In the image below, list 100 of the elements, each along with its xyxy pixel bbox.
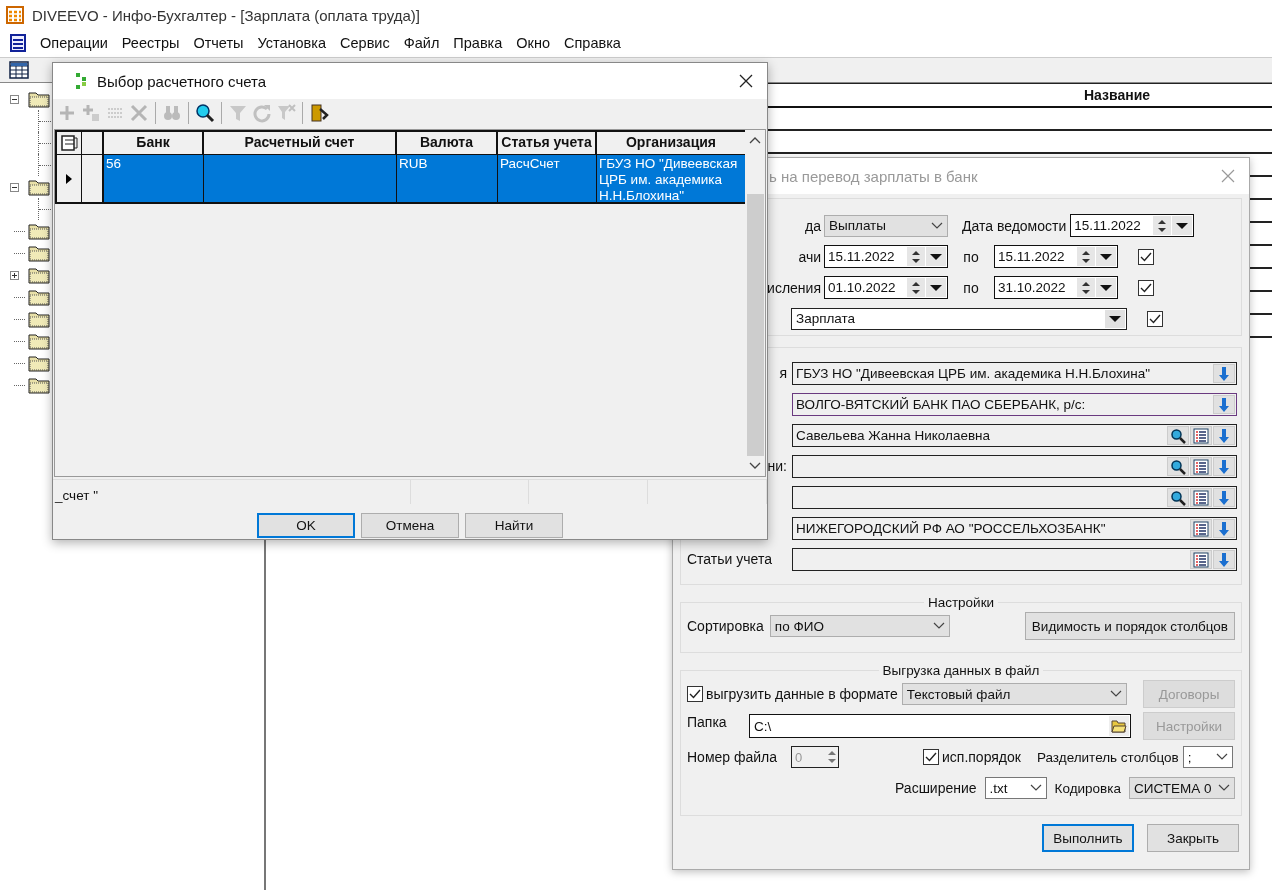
dropdown-button[interactable] xyxy=(1096,247,1116,266)
lookup-field[interactable] xyxy=(792,486,1237,509)
close-icon[interactable] xyxy=(739,74,753,88)
spin-button[interactable] xyxy=(1077,247,1095,266)
lookup-field[interactable] xyxy=(792,455,1237,478)
folder-icon[interactable] xyxy=(28,288,50,306)
menu-item[interactable]: Окно xyxy=(516,34,551,51)
lookup-field[interactable]: НИЖЕГОРОДСКИЙ РФ АО "РОССЕЛЬХОЗБАНК" xyxy=(792,517,1237,540)
menu-item[interactable]: Установка xyxy=(257,34,327,51)
exit-icon[interactable] xyxy=(309,103,329,123)
payment-type-dropdown[interactable]: Зарплата xyxy=(791,307,1127,330)
folder-icon[interactable] xyxy=(28,266,50,284)
column-header[interactable]: Название xyxy=(962,84,1272,106)
dropdown-button[interactable] xyxy=(1096,278,1116,297)
type-dropdown[interactable]: Выплаты xyxy=(824,214,948,237)
sort-dropdown[interactable]: по ФИО xyxy=(769,615,950,637)
date-field[interactable]: 15.11.2022 xyxy=(1070,214,1195,237)
open-folder-icon[interactable] xyxy=(1109,716,1129,736)
date-field[interactable]: 01.10.2022 xyxy=(824,276,948,299)
table-cell[interactable]: ГБУЗ НО "Дивеевская ЦРБ им. академика Н.Н.Блохина" xyxy=(597,155,747,202)
arrow-down-icon xyxy=(1218,396,1230,413)
date-field[interactable]: 15.11.2022 xyxy=(824,245,948,268)
expand-icon[interactable] xyxy=(10,270,19,280)
collapse-icon[interactable] xyxy=(10,94,19,104)
list-button[interactable] xyxy=(1190,457,1212,476)
search-button[interactable] xyxy=(1167,488,1189,507)
date-field[interactable]: 31.10.2022 xyxy=(994,276,1118,299)
close-button[interactable]: Закрыть xyxy=(1147,824,1239,852)
spin-button[interactable] xyxy=(907,278,925,297)
spin-button[interactable] xyxy=(1077,278,1095,297)
folder-icon[interactable] xyxy=(28,90,50,108)
lookup-field[interactable]: ВОЛГО-ВЯТСКИЙ БАНК ПАО СБЕРБАНК, р/с: xyxy=(792,393,1237,416)
dropdown-button[interactable] xyxy=(926,278,946,297)
folder-icon[interactable] xyxy=(28,178,50,196)
table-cell[interactable]: RUB xyxy=(397,155,498,202)
dropdown-button[interactable] xyxy=(1172,216,1193,235)
list-icon xyxy=(1193,551,1209,568)
chevron-down-icon xyxy=(1218,784,1230,792)
lookup-field[interactable]: ГБУЗ НО "Дивеевская ЦРБ им. академика Н.Н.Блохина" xyxy=(792,362,1237,385)
table-icon[interactable] xyxy=(9,61,29,79)
chevron-down-icon xyxy=(932,622,945,630)
menu-item[interactable]: Реестры xyxy=(121,34,180,51)
menu-item[interactable]: Сервис xyxy=(340,34,390,51)
encoding-dropdown[interactable]: СИСТЕМА 0 xyxy=(1129,777,1235,799)
checkbox[interactable] xyxy=(687,686,703,702)
format-dropdown[interactable]: Текстовый файл xyxy=(901,683,1127,705)
search-icon[interactable] xyxy=(195,103,215,123)
search-button[interactable] xyxy=(1167,457,1189,476)
arrow-down-icon xyxy=(1218,489,1230,506)
up-down-arrows-icon[interactable] xyxy=(826,749,838,765)
run-button[interactable]: Выполнить xyxy=(1042,824,1134,852)
row-pointer-icon xyxy=(66,173,72,184)
menu-item[interactable]: Отчеты xyxy=(193,34,244,51)
folder-field[interactable]: C:\ xyxy=(749,714,1131,738)
cancel-button[interactable]: Отмена xyxy=(361,513,459,538)
caret-down-icon xyxy=(1099,252,1113,261)
folder-icon[interactable] xyxy=(28,222,50,240)
lookup-field[interactable] xyxy=(792,548,1237,571)
folder-icon[interactable] xyxy=(28,310,50,328)
columns-button[interactable]: Видимость и порядок столбцов xyxy=(1024,612,1235,640)
extension-dropdown[interactable]: .txt xyxy=(984,777,1047,799)
checkbox[interactable] xyxy=(1138,248,1154,265)
ok-button[interactable]: OK xyxy=(257,513,355,538)
list-button[interactable] xyxy=(1190,519,1212,538)
collapse-icon[interactable] xyxy=(10,182,19,192)
dropdown-button[interactable] xyxy=(926,247,946,266)
folder-icon[interactable] xyxy=(28,376,50,394)
tree-icon xyxy=(75,72,87,90)
search-icon xyxy=(1170,427,1186,444)
folder-icon[interactable] xyxy=(28,354,50,372)
menu-item[interactable]: Операции xyxy=(40,34,108,51)
spin-button[interactable] xyxy=(1153,216,1172,235)
checkbox[interactable] xyxy=(923,749,939,765)
menu-item[interactable]: Справка xyxy=(564,34,621,51)
abacus-icon xyxy=(6,6,24,24)
checkbox-label: исп.порядок xyxy=(942,749,1021,765)
list-button[interactable] xyxy=(1190,550,1212,569)
date-field[interactable]: 15.11.2022 xyxy=(994,245,1118,268)
checkbox[interactable] xyxy=(1147,310,1163,327)
table-cell[interactable] xyxy=(204,155,397,202)
lookup-field[interactable]: Савельева Жанна Николаевна xyxy=(792,424,1237,447)
menu-item[interactable]: Файл xyxy=(403,34,440,51)
chevron-up-icon[interactable] xyxy=(749,136,761,144)
checkbox[interactable] xyxy=(1138,279,1154,296)
folder-icon[interactable] xyxy=(28,332,50,350)
find-button[interactable]: Найти xyxy=(465,513,563,538)
search-button[interactable] xyxy=(1167,426,1189,445)
chevron-down-icon xyxy=(931,221,943,230)
table-cell[interactable]: 56 xyxy=(104,155,204,202)
chevron-down-icon[interactable] xyxy=(749,462,761,470)
separator-dropdown[interactable]: ; xyxy=(1182,746,1233,768)
status-text: _счет " xyxy=(53,480,411,504)
spin-button[interactable] xyxy=(907,247,925,266)
menu-item[interactable]: Правка xyxy=(453,34,503,51)
list-button[interactable] xyxy=(1190,488,1212,507)
document-icon[interactable] xyxy=(10,33,26,52)
list-button[interactable] xyxy=(1190,426,1212,445)
folder-icon[interactable] xyxy=(28,244,50,262)
table-cell[interactable]: РасчСчет xyxy=(498,155,597,202)
field-label: Сортировка xyxy=(687,618,764,634)
